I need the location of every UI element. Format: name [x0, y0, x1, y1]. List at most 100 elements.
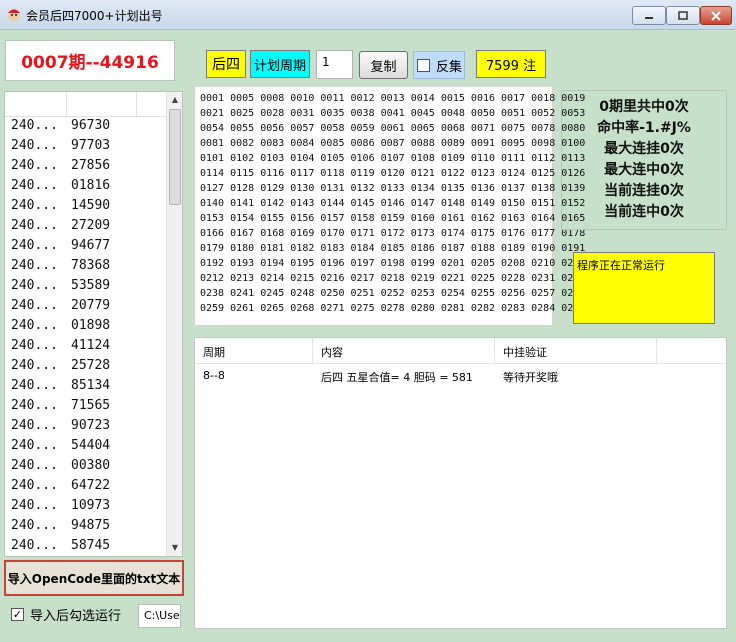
list-item-period: 240...	[11, 358, 58, 373]
list-item-period: 240...	[11, 218, 58, 233]
list-item-period: 240...	[11, 478, 58, 493]
list-item[interactable]: 240... 90723	[5, 418, 168, 438]
list-item-number: 97703	[71, 138, 111, 153]
list-item[interactable]: 240... 64722	[5, 478, 168, 498]
status-box: 程序正在正常运行	[573, 252, 715, 324]
result-col-verify[interactable]: 中挂验证	[495, 338, 657, 364]
result-content: 后四 五星合值= 4 胆码 = 581	[321, 371, 473, 384]
list-item[interactable]: 240... 27856	[5, 158, 168, 178]
number-grid-line: 0054 0055 0056 0057 0058 0059 0061 0065 …	[200, 123, 586, 134]
result-table[interactable]: 周期 内容 中挂验证 8--8 后四 五星合值= 4 胆码 = 581 等待开奖…	[194, 337, 727, 629]
result-col-period[interactable]: 周期	[195, 338, 313, 364]
list-item-period: 240...	[11, 258, 58, 273]
list-item[interactable]: 240... 20779	[5, 298, 168, 318]
result-verify: 等待开奖哦	[503, 371, 558, 384]
list-item[interactable]: 240... 25728	[5, 358, 168, 378]
list-item[interactable]: 240... 01816	[5, 178, 168, 198]
path-field[interactable]: C:\Use	[138, 604, 181, 628]
list-item[interactable]: 240... 94875	[5, 518, 168, 538]
list-item[interactable]: 240... 10973	[5, 498, 168, 518]
list-item-period: 240...	[11, 338, 58, 353]
history-col-period[interactable]	[5, 92, 67, 117]
copy-button[interactable]: 复制	[359, 51, 408, 79]
list-item-period: 240...	[11, 278, 58, 293]
cycle-input[interactable]: 1	[316, 50, 353, 79]
list-item[interactable]: 240... 71565	[5, 398, 168, 418]
auto-run-checkbox[interactable]: ✓ 导入后勾选运行	[11, 605, 121, 624]
minimize-icon	[645, 16, 653, 19]
number-grid-line: 0127 0128 0129 0130 0131 0132 0133 0134 …	[200, 183, 586, 194]
history-list[interactable]: 240... 96730 240... 97703 240... 27856 240... 0…	[4, 91, 183, 557]
list-item-period: 240...	[11, 318, 58, 333]
number-grid-line: 0140 0141 0142 0143 0144 0145 0146 0147 …	[200, 198, 586, 209]
result-col-content[interactable]: 内容	[313, 338, 495, 364]
list-item-period: 240...	[11, 158, 58, 173]
list-item-number: 25728	[71, 358, 111, 373]
list-item-number: 58745	[71, 538, 111, 553]
reverse-check-icon[interactable]	[417, 58, 430, 72]
number-grid-line: 0021 0025 0028 0031 0035 0038 0041 0045 …	[200, 108, 586, 119]
number-grid-line: 0179 0180 0181 0182 0183 0184 0185 0186 …	[200, 243, 586, 254]
list-item-number: 64722	[71, 478, 111, 493]
list-item[interactable]: 240... 27209	[5, 218, 168, 238]
history-scrollbar[interactable]: ▲ ▼	[166, 92, 182, 556]
window-title: 会员后四7000+计划出号	[26, 9, 163, 23]
list-item-period: 240...	[11, 118, 58, 133]
list-item[interactable]: 240... 58745	[5, 538, 168, 556]
number-grid-line: 0238 0241 0245 0248 0250 0251 0252 0253 …	[200, 288, 586, 299]
scroll-down-icon[interactable]: ▼	[167, 540, 182, 556]
list-item-number: 14590	[71, 198, 111, 213]
app-icon	[8, 9, 20, 21]
period-display: 0007期--44916	[5, 40, 175, 81]
title-bar: 会员后四7000+计划出号	[0, 0, 736, 30]
list-item[interactable]: 240... 53589	[5, 278, 168, 298]
maximize-icon	[678, 11, 688, 20]
list-item[interactable]: 240... 01898	[5, 318, 168, 338]
list-item-period: 240...	[11, 458, 58, 473]
maximize-button[interactable]	[666, 6, 700, 25]
list-item[interactable]: 240... 14590	[5, 198, 168, 218]
plan-period-tag: 计划周期	[250, 50, 310, 78]
number-grid-line: 0192 0193 0194 0195 0196 0197 0198 0199 …	[200, 258, 586, 269]
list-item-number: 54404	[71, 438, 111, 453]
result-period: 8--8	[203, 369, 225, 382]
list-item[interactable]: 240... 41124	[5, 338, 168, 358]
list-item[interactable]: 240... 78368	[5, 258, 168, 278]
list-item[interactable]: 240... 00380	[5, 458, 168, 478]
stat-line: 当前连中0次	[604, 204, 684, 220]
list-item-number: 71565	[71, 398, 111, 413]
stat-line: 0期里共中0次	[599, 99, 689, 115]
list-item-number: 00380	[71, 458, 111, 473]
list-item[interactable]: 240... 54404	[5, 438, 168, 458]
history-col-number[interactable]	[67, 92, 137, 117]
stat-line: 命中率-1.#J%	[597, 120, 691, 136]
number-grid[interactable]: 0001 0005 0008 0010 0011 0012 0013 0014 …	[194, 86, 586, 326]
stats-panel: 0期里共中0次 命中率-1.#J% 最大连挂0次 最大连中0次 当前连挂0次 当前连中0次	[561, 90, 727, 230]
list-item-period: 240...	[11, 518, 58, 533]
number-grid-line: 0101 0102 0103 0104 0105 0106 0107 0108 …	[200, 153, 586, 164]
list-item[interactable]: 240... 85134	[5, 378, 168, 398]
list-item[interactable]: 240... 96730	[5, 118, 168, 138]
number-grid-line: 0166 0167 0168 0169 0170 0171 0172 0173 …	[200, 228, 586, 239]
reverse-checkbox[interactable]: 反集	[413, 51, 465, 79]
list-item-period: 240...	[11, 378, 58, 393]
list-item-number: 27209	[71, 218, 111, 233]
auto-run-check-icon[interactable]: ✓	[11, 607, 24, 621]
list-item-number: 41124	[71, 338, 111, 353]
number-grid-line: 0114 0115 0116 0117 0118 0119 0120 0121 …	[200, 168, 586, 179]
scroll-thumb[interactable]	[169, 109, 181, 205]
list-item-number: 94875	[71, 518, 111, 533]
list-item[interactable]: 240... 94677	[5, 238, 168, 258]
list-item-period: 240...	[11, 498, 58, 513]
list-item-number: 27856	[71, 158, 111, 173]
list-item[interactable]: 240... 97703	[5, 138, 168, 158]
minimize-button[interactable]	[632, 6, 666, 25]
list-item-period: 240...	[11, 418, 58, 433]
position-tag: 后四	[206, 50, 246, 78]
import-txt-button[interactable]: 导入OpenCode里面的txt文本	[4, 560, 184, 596]
number-grid-line: 0081 0082 0083 0084 0085 0086 0087 0088 …	[200, 138, 586, 149]
table-row[interactable]: 8--8 后四 五星合值= 4 胆码 = 581 等待开奖哦	[195, 366, 726, 386]
stat-line: 最大连挂0次	[604, 141, 684, 157]
scroll-up-icon[interactable]: ▲	[167, 92, 182, 108]
close-button[interactable]	[700, 6, 732, 25]
